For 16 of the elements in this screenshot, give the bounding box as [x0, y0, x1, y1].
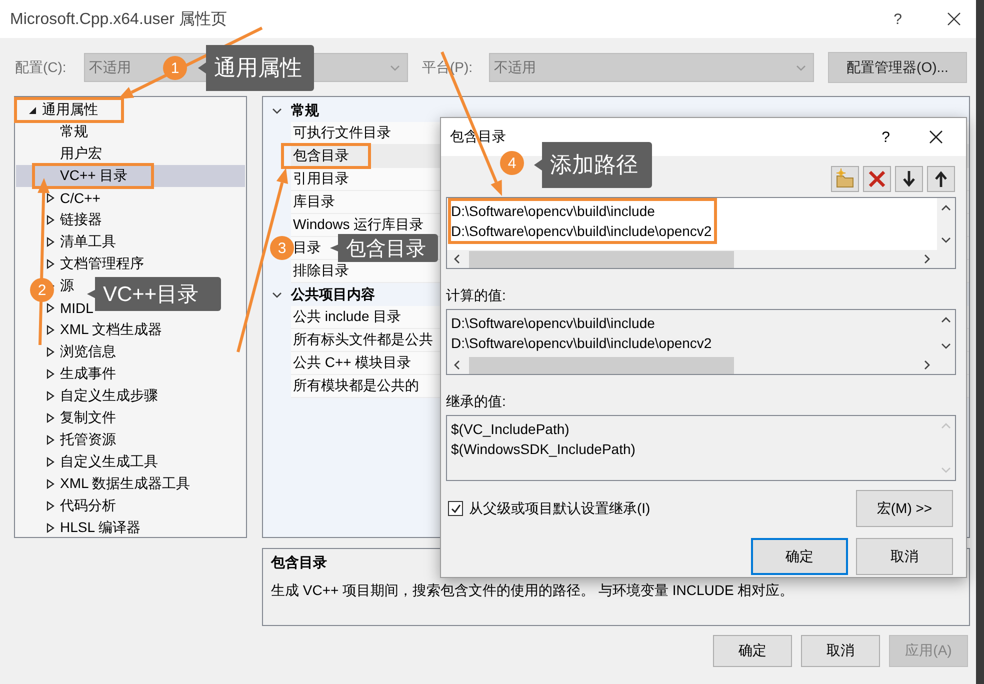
section-title: 公共项目内容	[291, 286, 375, 304]
section-label: 继承的值:	[446, 393, 507, 411]
callout-tooltip: 添加路径	[534, 142, 652, 188]
field-label: 配置(C):	[15, 58, 68, 76]
callout-tooltip: 包含目录	[330, 234, 438, 262]
checkbox-label: 从父级或项目默认设置继承(I)	[469, 500, 650, 518]
path-entry: D:\Software\opencv\build\include\opencv2	[451, 334, 712, 353]
section-label: 计算的值:	[446, 287, 507, 305]
path-entry: D:\Software\opencv\build\include	[451, 314, 656, 333]
window-title: Microsoft.Cpp.x64.user 属性页	[10, 10, 227, 30]
path-entry: $(VC_IncludePath)	[451, 420, 570, 439]
path-entry: $(WindowsSDK_IncludePath)	[451, 440, 636, 459]
section-title: 常规	[291, 102, 319, 120]
callout-tooltip: 通用属性	[198, 45, 314, 91]
description-text: 生成 VC++ 项目期间，搜索包含文件的使用的路径。 与环境变量 INCLUDE 相对应。	[271, 582, 794, 600]
description-title: 包含目录	[271, 554, 327, 572]
